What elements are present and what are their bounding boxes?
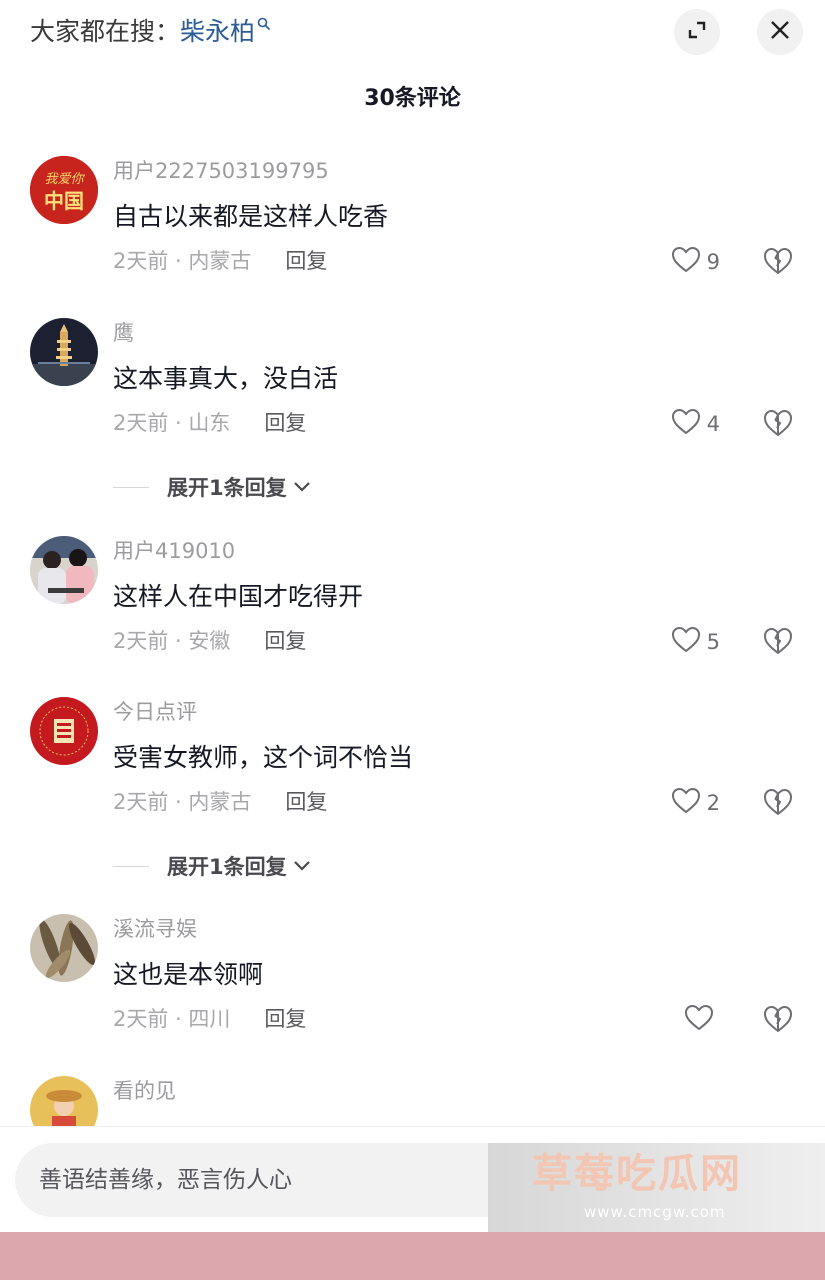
avatar-text-bottom: 中国: [44, 189, 84, 213]
reply-button[interactable]: 回复: [264, 408, 306, 438]
comment-username[interactable]: 用户2227503199795: [113, 156, 329, 186]
broken-heart-icon: [762, 789, 794, 821]
reply-button[interactable]: 回复: [264, 1004, 306, 1034]
comment-item: 我爱你 中国 用户2227503199795 自古以来都是这样人吃香 2天前 ·…: [0, 156, 825, 286]
heart-icon: [671, 246, 701, 279]
avatar[interactable]: 我爱你 中国: [30, 156, 98, 224]
comment-text: 这也是本领啊: [113, 960, 264, 989]
search-suggestion[interactable]: 大家都在搜： 柴永柏: [30, 14, 271, 50]
comment-time-location: 2天前 · 山东: [113, 411, 231, 435]
dislike-button[interactable]: [762, 1004, 794, 1036]
heart-icon: [671, 626, 701, 659]
comment-username[interactable]: 溪流寻娱: [113, 914, 197, 944]
comment-count-title: 30条评论: [364, 86, 461, 111]
heart-icon: [684, 1004, 714, 1037]
expand-replies-button[interactable]: 展开1条回复: [113, 851, 311, 881]
comment-meta: 2天前 · 四川 回复: [113, 1004, 306, 1034]
expand-replies-button[interactable]: 展开1条回复: [113, 472, 311, 502]
like-count: 2: [706, 791, 720, 815]
like-button[interactable]: [684, 1004, 720, 1036]
comment-item: 溪流寻娱 这也是本领啊 2天前 · 四川 回复: [0, 914, 825, 1044]
close-button[interactable]: [757, 9, 803, 55]
search-icon: [257, 8, 271, 44]
top-bar: 大家都在搜： 柴永柏: [0, 0, 825, 64]
like-count: 4: [706, 412, 720, 436]
divider-line: [113, 486, 149, 488]
like-count: 5: [706, 630, 720, 654]
comment-item: 用户419010 这样人在中国才吃得开 2天前 · 安徽 回复 5: [0, 536, 825, 666]
like-button[interactable]: 4: [671, 408, 720, 440]
watermark-title: 草莓吃瓜网: [532, 1151, 742, 1197]
comment-time-location: 2天前 · 内蒙古: [113, 790, 252, 814]
broken-heart-icon: [762, 410, 794, 442]
comment-input-bar: 善语结善缘，恶言伤人心 草莓吃瓜网 www.cmcgw.com: [0, 1126, 825, 1233]
like-button[interactable]: 5: [671, 626, 720, 658]
comment-text: 自古以来都是这样人吃香: [113, 202, 389, 231]
comment-text: 这本事真大，没白活: [113, 364, 339, 393]
dislike-button[interactable]: [762, 626, 794, 658]
comment-text: 受害女教师，这个词不恰当: [113, 743, 414, 772]
dislike-button[interactable]: [762, 246, 794, 278]
heart-icon: [671, 408, 701, 441]
comment-time-location: 2天前 · 四川: [113, 1007, 231, 1031]
comment-username[interactable]: 今日点评: [113, 697, 197, 727]
comment-username[interactable]: 用户419010: [113, 536, 235, 566]
avatar[interactable]: [30, 914, 98, 982]
reply-button[interactable]: 回复: [264, 626, 306, 656]
avatar[interactable]: [30, 318, 98, 386]
close-icon: [769, 19, 791, 45]
comment-text: 这样人在中国才吃得开: [113, 582, 364, 611]
reply-button[interactable]: 回复: [285, 246, 327, 276]
expand-icon: [686, 19, 708, 45]
expand-replies-label: 展开1条回复: [167, 476, 287, 500]
expand-replies-label: 展开1条回复: [167, 855, 287, 879]
broken-heart-icon: [762, 248, 794, 280]
watermark-url: www.cmcgw.com: [584, 1203, 726, 1221]
avatar-text-top: 我爱你: [44, 172, 85, 187]
comment-time-location: 2天前 · 安徽: [113, 629, 231, 653]
avatar[interactable]: [30, 1076, 98, 1126]
chevron-down-icon: [293, 860, 311, 872]
broken-heart-icon: [762, 628, 794, 660]
like-button[interactable]: 9: [671, 246, 720, 278]
comment-meta: 2天前 · 内蒙古 回复: [113, 787, 327, 817]
heart-icon: [671, 787, 701, 820]
bottom-band: [0, 1232, 825, 1280]
avatar[interactable]: [30, 536, 98, 604]
chevron-down-icon: [293, 481, 311, 493]
expand-button[interactable]: [674, 9, 720, 55]
comment-item: 看的见: [0, 1076, 825, 1126]
watermark: 草莓吃瓜网 www.cmcgw.com: [488, 1143, 825, 1233]
search-keyword[interactable]: 柴永柏: [180, 14, 255, 50]
dislike-button[interactable]: [762, 787, 794, 819]
comment-username[interactable]: 鹰: [113, 318, 134, 348]
like-button[interactable]: 2: [671, 787, 720, 819]
dislike-button[interactable]: [762, 408, 794, 440]
reply-button[interactable]: 回复: [285, 787, 327, 817]
comment-item: 鹰 这本事真大，没白活 2天前 · 山东 回复 4: [0, 318, 825, 448]
divider-line: [113, 865, 149, 867]
broken-heart-icon: [762, 1006, 794, 1038]
comment-meta: 2天前 · 内蒙古 回复: [113, 246, 327, 276]
comment-item: 今日点评 受害女教师，这个词不恰当 2天前 · 内蒙古 回复 2: [0, 697, 825, 827]
comment-meta: 2天前 · 安徽 回复: [113, 626, 306, 656]
search-prefix: 大家都在搜：: [30, 17, 181, 46]
comment-meta: 2天前 · 山东 回复: [113, 408, 306, 438]
comment-time-location: 2天前 · 内蒙古: [113, 249, 252, 273]
like-count: 9: [706, 250, 720, 274]
comment-username[interactable]: 看的见: [113, 1076, 176, 1106]
avatar[interactable]: [30, 697, 98, 765]
